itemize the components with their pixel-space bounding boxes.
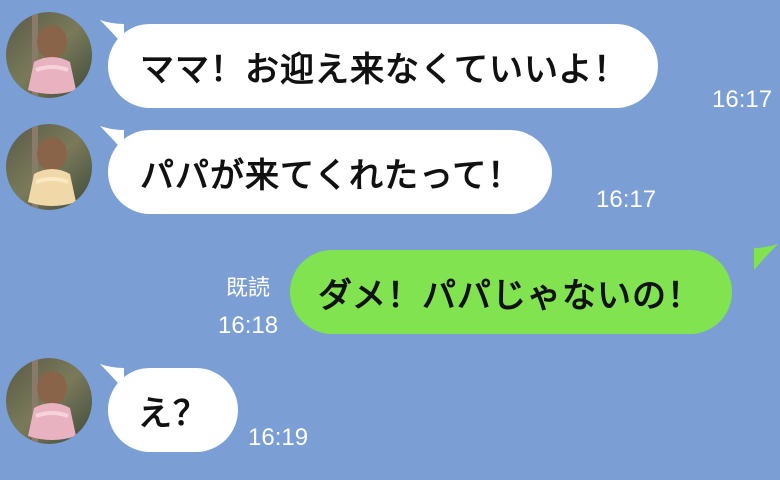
avatar-photo	[6, 358, 92, 444]
contact-avatar[interactable]	[6, 124, 92, 210]
message-text: え？	[138, 393, 208, 434]
contact-avatar[interactable]	[6, 12, 92, 98]
message-time: 16:17	[596, 186, 657, 213]
message-bubble[interactable]: ダメ！パパじゃないの！	[290, 250, 732, 334]
message-bubble[interactable]: ママ！お迎え来なくていいよ！	[108, 24, 659, 108]
message-text: パパが来てくれたって！	[140, 155, 523, 196]
message-time: 16:18	[218, 312, 279, 339]
message-bubble[interactable]: え？	[108, 368, 238, 452]
chat-view: ママ！お迎え来なくていいよ！ 16:17 パパが来てくれたって！ 16:17 既…	[0, 0, 780, 480]
message-bubble[interactable]: パパが来てくれたって！	[108, 130, 553, 214]
avatar-photo	[6, 12, 92, 98]
contact-avatar[interactable]	[6, 358, 92, 444]
message-text: ダメ！パパじゃないの！	[318, 275, 702, 316]
read-receipt: 既読	[226, 276, 271, 301]
message-time: 16:17	[712, 86, 773, 113]
message-time: 16:19	[248, 424, 309, 451]
avatar-photo	[6, 124, 92, 210]
bubble-tail	[754, 244, 778, 270]
message-text: ママ！お迎え来なくていいよ！	[140, 49, 629, 90]
